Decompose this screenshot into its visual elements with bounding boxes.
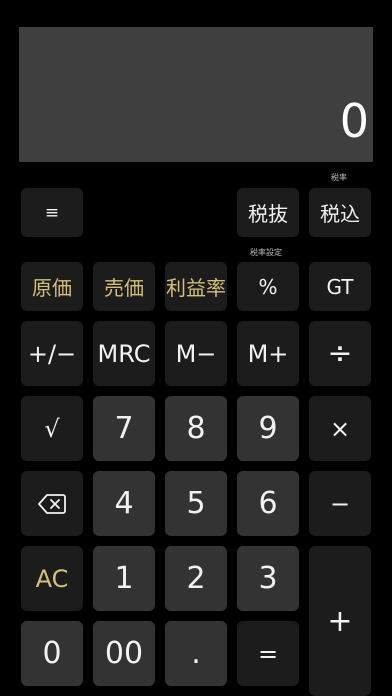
memory-recall-clear-button[interactable]: MRC (93, 321, 155, 386)
cost-price-button[interactable]: 原価 (21, 262, 83, 311)
digit-6-button[interactable]: 6 (237, 471, 299, 536)
divide-button[interactable]: ÷ (309, 321, 371, 386)
memory-plus-button[interactable]: M+ (237, 321, 299, 386)
grand-total-button[interactable]: GT (309, 262, 371, 311)
memory-minus-button[interactable]: M− (165, 321, 227, 386)
sign-toggle-button[interactable]: +/− (21, 321, 83, 386)
tax-rate-setting-label: 税率設定 (250, 248, 282, 257)
backspace-icon (38, 493, 66, 514)
profit-rate-button[interactable]: 利益率 (165, 262, 227, 311)
percent-button[interactable]: % (237, 262, 299, 311)
plus-button[interactable]: + (309, 546, 371, 696)
equals-button[interactable]: = (237, 621, 299, 686)
decimal-point-button[interactable]: . (165, 621, 227, 686)
backspace-button[interactable] (21, 471, 83, 536)
tax-include-button[interactable]: 税込 (309, 188, 371, 237)
sell-price-button[interactable]: 売価 (93, 262, 155, 311)
square-root-button[interactable]: √ (21, 396, 83, 461)
double-zero-button[interactable]: 00 (93, 621, 155, 686)
digit-7-button[interactable]: 7 (93, 396, 155, 461)
digit-8-button[interactable]: 8 (165, 396, 227, 461)
all-clear-button[interactable]: AC (21, 546, 83, 611)
tax-rate-label: 税率 (331, 173, 347, 182)
display-panel: 0 (19, 27, 373, 162)
hamburger-menu-icon: ≡ (44, 202, 60, 223)
digit-0-button[interactable]: 0 (21, 621, 83, 686)
digit-1-button[interactable]: 1 (93, 546, 155, 611)
digit-5-button[interactable]: 5 (165, 471, 227, 536)
display-value: 0 (339, 94, 369, 148)
tax-exclude-button[interactable]: 税抜 (237, 188, 299, 237)
digit-4-button[interactable]: 4 (93, 471, 155, 536)
digit-3-button[interactable]: 3 (237, 546, 299, 611)
digit-9-button[interactable]: 9 (237, 396, 299, 461)
minus-button[interactable]: − (309, 471, 371, 536)
digit-2-button[interactable]: 2 (165, 546, 227, 611)
menu-button[interactable]: ≡ (21, 188, 83, 237)
multiply-button[interactable]: × (309, 396, 371, 461)
